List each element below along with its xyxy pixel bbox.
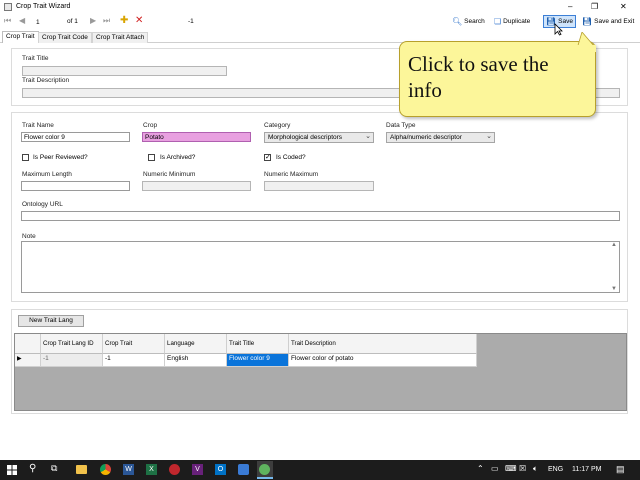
minimize-button[interactable]: – [568,2,572,11]
column-header-lang-id[interactable]: Crop Trait Lang ID [41,334,103,354]
tray-chevron-icon[interactable]: ⌃ [477,464,484,473]
chevron-down-icon: ⌄ [486,133,492,140]
excel-icon[interactable]: X [146,464,157,475]
trait-name-label: Trait Name [22,122,54,129]
note-label: Note [22,233,36,240]
record-count-text: of 1 [67,18,78,25]
scroll-down-icon[interactable]: ▼ [611,286,617,292]
count-field: -1 [188,18,194,25]
windows-start-icon[interactable] [7,465,17,475]
crop-label: Crop [143,122,158,129]
max-length-label: Maximum Length [22,171,72,178]
max-length-input[interactable] [21,181,130,191]
chevron-down-icon: ⌄ [365,133,371,140]
maximize-button[interactable]: ❐ [591,2,598,11]
chrome-icon[interactable] [100,464,111,475]
new-trait-lang-button[interactable]: New Trait Lang [18,315,84,327]
crop-input[interactable]: Potato [142,132,251,142]
add-record-icon[interactable]: ✚ [120,15,128,26]
data-type-select[interactable]: Alpha/numeric descriptor ⌄ [386,132,495,143]
floppy-disk-icon: 💾︎ [582,17,593,26]
app-icon[interactable] [238,464,249,475]
word-icon[interactable]: W [123,464,134,475]
peer-reviewed-checkbox[interactable] [22,154,29,161]
column-header-trait-title[interactable]: Trait Title [227,334,289,354]
close-button[interactable]: ✕ [620,2,627,11]
category-select[interactable]: Morphological descriptors ⌄ [264,132,374,143]
tab-crop-trait-attach[interactable]: Crop Trait Attach [92,32,149,43]
position-input[interactable]: 1 [33,17,61,27]
search-icon: 🔍︎ [452,17,463,26]
taskbar: ⚲ ⧉ W X V O ⌃ ▭ ⌨ ☒ 🔈︎ ENG 11:17 PM ▤ [0,460,640,480]
note-textarea[interactable]: ▲ ▼ [21,241,620,293]
trait-description-label: Trait Description [22,77,70,84]
clock[interactable]: 11:17 PM [572,466,601,473]
security-icon[interactable]: ☒ [519,464,526,473]
active-app-icon[interactable] [257,461,273,479]
media-player-icon[interactable] [169,464,180,475]
save-callout: Click to save the info [399,41,596,117]
network-icon[interactable]: ⌨ [505,464,517,473]
table-cell-lang-id[interactable]: -1 [41,354,103,367]
outlook-icon[interactable]: O [215,464,226,475]
tab-crop-trait-code[interactable]: Crop Trait Code [38,32,92,43]
scroll-up-icon[interactable]: ▲ [611,242,617,248]
category-label: Category [264,122,291,129]
callout-text: Click to save the info [408,52,549,102]
first-record-icon[interactable]: ⏮ [4,16,11,26]
callout-pointer [574,32,596,52]
archived-checkbox[interactable] [148,154,155,161]
peer-reviewed-label: Is Peer Reviewed? [33,154,88,161]
coded-checkbox[interactable]: ✓ [264,154,271,161]
delete-record-icon[interactable]: ✕ [135,15,143,26]
trait-title-field[interactable] [22,66,227,76]
trait-title-label: Trait Title [22,55,49,62]
app-icon [4,3,12,11]
file-explorer-icon[interactable] [76,465,87,474]
table-cell-crop-trait[interactable]: -1 [103,354,165,367]
column-header-trait-description[interactable]: Trait Description [289,334,477,354]
navigator-bar: ⏮ ◀ 1 of 1 ▶ ⏭ ✚ ✕ -1 🔍︎ Search ❏ Duplic… [0,14,640,36]
language-indicator[interactable]: ENG [548,466,563,473]
search-icon[interactable]: ⚲ [29,463,36,474]
task-view-icon[interactable]: ⧉ [51,463,57,474]
duplicate-button[interactable]: ❏ Duplicate [492,15,532,28]
next-record-icon[interactable]: ▶ [90,16,96,25]
column-header-crop-trait[interactable]: Crop Trait [103,334,165,354]
ontology-url-input[interactable] [21,211,620,221]
data-type-label: Data Type [386,122,416,129]
title-bar: Crop Trait Wizard – ❐ ✕ [0,0,640,14]
notification-icon[interactable]: ▤ [616,464,625,475]
ontology-url-label: Ontology URL [22,201,63,208]
numeric-max-input[interactable] [264,181,374,191]
row-header-current[interactable]: ▶ [15,354,41,367]
last-record-icon[interactable]: ⏭ [103,16,110,26]
numeric-min-label: Numeric Minimum [143,171,196,178]
visual-studio-icon[interactable]: V [192,464,203,475]
column-header-language[interactable]: Language [165,334,227,354]
table-cell-trait-description[interactable]: Flower color of potato [289,354,477,367]
duplicate-icon: ❏ [494,17,502,26]
lang-grid: Crop Trait Lang ID Crop Trait Language T… [14,333,627,411]
window-title: Crop Trait Wizard [16,3,71,10]
numeric-max-label: Numeric Maximum [264,171,319,178]
save-and-exit-button[interactable]: 💾︎ Save and Exit [580,15,636,28]
archived-label: Is Archived? [160,154,196,161]
coded-label: Is Coded? [276,154,306,161]
table-cell-language[interactable]: English [165,354,227,367]
numeric-min-input[interactable] [142,181,251,191]
previous-record-icon[interactable]: ◀ [19,16,25,25]
table-cell-trait-title[interactable]: Flower color 9 [227,354,289,367]
monitor-icon[interactable]: ▭ [491,464,499,473]
search-button[interactable]: 🔍︎ Search [450,15,487,28]
volume-icon[interactable]: 🔈︎ [533,464,538,474]
row-header-corner [15,334,41,354]
tab-crop-trait[interactable]: Crop Trait [2,31,39,43]
trait-name-input[interactable]: Flower color 9 [21,132,130,142]
